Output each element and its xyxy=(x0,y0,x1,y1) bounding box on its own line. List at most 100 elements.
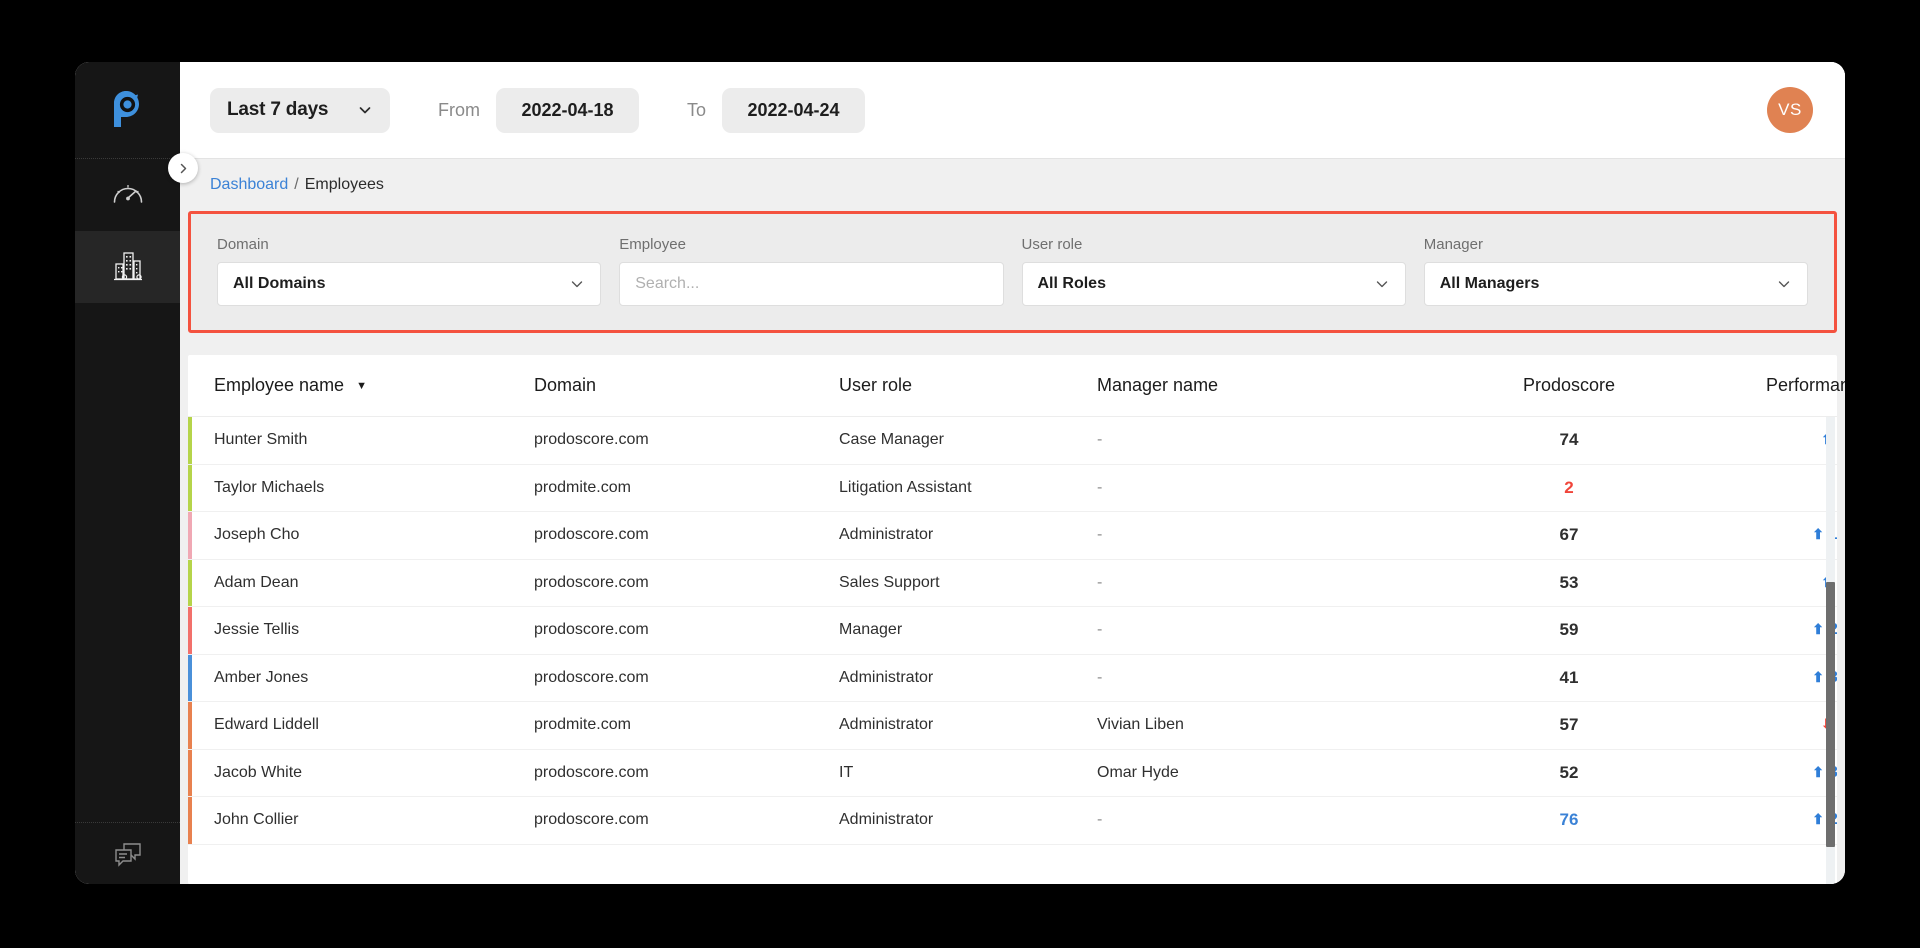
avatar[interactable]: VS xyxy=(1767,87,1813,133)
cell-performance: ⬆25% xyxy=(1689,811,1837,829)
manager-filter-value: All Managers xyxy=(1439,275,1540,292)
filter-group-domain: Domain All Domains xyxy=(217,236,602,306)
cell-manager-name: - xyxy=(1097,621,1103,639)
cell-domain: prodoscore.com xyxy=(534,668,649,686)
chevron-right-icon xyxy=(180,163,186,173)
table-row[interactable]: Jessie Tellis prodoscore.com Manager - 59 ⬆23… xyxy=(188,607,1837,655)
cell-performance: ⬆23% xyxy=(1689,621,1837,639)
prodoscore-value: 74 xyxy=(1559,430,1579,450)
table-row[interactable]: Hunter Smith prodoscore.com Case Manager - 7… xyxy=(188,417,1837,465)
cell-prodoscore: 41 xyxy=(1449,668,1689,688)
employees-table: Employee name ▼ Domain User role Manager… xyxy=(188,355,1845,884)
cell-employee-name: Edward Liddell xyxy=(214,716,319,734)
column-header-performance[interactable]: Performance xyxy=(1689,375,1845,396)
breadcrumb-link-dashboard[interactable]: Dashboard xyxy=(210,176,288,194)
cell-performance: - xyxy=(1689,479,1837,497)
table-row[interactable]: Amber Jones prodoscore.com Administrator - 4… xyxy=(188,654,1837,702)
column-header-employee-name[interactable]: Employee name ▼ xyxy=(214,375,534,396)
row-status-stripe xyxy=(188,607,192,654)
cell-employee-name: Joseph Cho xyxy=(214,526,300,544)
cell-prodoscore: 52 xyxy=(1449,763,1689,783)
cell-performance: ⬆32% xyxy=(1689,764,1837,782)
sidebar-item-dashboard[interactable] xyxy=(75,159,180,231)
cell-employee-name: Jessie Tellis xyxy=(214,621,300,639)
row-status-stripe xyxy=(188,797,192,844)
cell-user-role: Manager xyxy=(839,621,903,639)
sidebar-collapse-toggle[interactable] xyxy=(168,153,198,183)
filter-group-employee: Employee Search... xyxy=(619,236,1004,306)
cell-prodoscore: 67 xyxy=(1449,525,1689,545)
cell-user-role: Administrator xyxy=(839,526,934,544)
user-role-filter[interactable]: All Roles xyxy=(1021,262,1406,306)
cell-domain: prodoscore.com xyxy=(534,621,649,639)
column-header-user-role[interactable]: User role xyxy=(839,375,1097,396)
cell-employee-name: Amber Jones xyxy=(214,668,309,686)
building-icon xyxy=(113,252,142,281)
cell-user-role: Litigation Assistant xyxy=(839,478,972,496)
table-row[interactable]: Taylor Michaels prodmite.com Litigation As… xyxy=(188,464,1837,512)
from-date-input[interactable]: 2022-04-18 xyxy=(496,87,639,133)
breadcrumb: Dashboard / Employees xyxy=(180,159,1845,211)
cell-domain: prodoscore.com xyxy=(534,763,649,781)
domain-filter[interactable]: All Domains xyxy=(217,262,602,306)
table-body: Hunter Smith prodoscore.com Case Manager - 7… xyxy=(188,417,1837,884)
arrow-up-icon: ⬆ xyxy=(1812,763,1824,780)
chevron-down-icon xyxy=(1778,281,1790,288)
cell-manager-name: - xyxy=(1097,573,1103,591)
row-status-stripe xyxy=(188,559,192,606)
cell-prodoscore: 2 xyxy=(1449,478,1689,498)
speedometer-icon xyxy=(113,185,142,203)
sidebar-item-feedback[interactable] xyxy=(75,822,180,884)
caret-down-icon: ▼ xyxy=(356,380,367,393)
employee-search-wrapper[interactable]: Search... xyxy=(619,262,1004,306)
row-status-stripe xyxy=(188,702,192,749)
table-scrollbar-thumb[interactable] xyxy=(1826,582,1835,847)
filter-group-user-role: User role All Roles xyxy=(1021,236,1406,306)
table-header-row: Employee name ▼ Domain User role Manager… xyxy=(188,355,1845,417)
table-row[interactable]: Adam Dean prodoscore.com Sales Support - 53 ⬆… xyxy=(188,559,1837,607)
cell-user-role: IT xyxy=(839,763,854,781)
cell-performance: ⬆7% xyxy=(1689,574,1837,592)
breadcrumb-separator: / xyxy=(294,176,299,193)
table-row[interactable]: John Collier prodoscore.com Administrator -… xyxy=(188,797,1837,845)
arrow-up-icon: ⬆ xyxy=(1812,668,1824,685)
cell-manager-name: - xyxy=(1097,478,1103,496)
filter-group-manager: Manager All Managers xyxy=(1423,236,1808,306)
cell-domain: prodoscore.com xyxy=(534,431,649,449)
column-header-domain[interactable]: Domain xyxy=(534,375,839,396)
app-logo[interactable] xyxy=(75,62,180,159)
prodoscore-value: 59 xyxy=(1559,620,1579,640)
table-row[interactable]: Jacob White prodoscore.com IT Omar Hyde 52 ⬆3… xyxy=(188,749,1837,797)
chevron-down-icon xyxy=(1376,281,1387,288)
sidebar-item-employees[interactable] xyxy=(75,231,180,303)
cell-domain: prodmite.com xyxy=(534,716,631,734)
chevron-down-icon xyxy=(572,281,583,288)
date-range-select[interactable]: Last 7 days xyxy=(210,87,390,133)
table-row[interactable]: Edward Liddell prodmite.com Administrator V… xyxy=(188,702,1837,750)
column-header-prodoscore[interactable]: Prodoscore xyxy=(1449,375,1689,396)
cell-performance: ⬆17% xyxy=(1689,526,1837,544)
cell-manager-name: Vivian Liben xyxy=(1097,716,1184,734)
prodoscore-value: 67 xyxy=(1559,525,1579,545)
prodoscore-value: 2 xyxy=(1564,477,1574,497)
manager-filter[interactable]: All Managers xyxy=(1423,262,1808,306)
cell-performance: ⬆38% xyxy=(1689,669,1837,687)
cell-employee-name: Taylor Michaels xyxy=(214,478,325,496)
prodoscore-value: 52 xyxy=(1559,762,1579,782)
column-header-manager-name[interactable]: Manager name xyxy=(1097,375,1449,396)
cell-manager-name: - xyxy=(1097,526,1103,544)
employee-search-input[interactable]: Search... xyxy=(635,275,987,293)
arrow-up-icon: ⬆ xyxy=(1812,811,1824,828)
prodoscore-logo-icon xyxy=(113,91,139,127)
user-role-filter-label: User role xyxy=(1021,236,1083,253)
to-date-input[interactable]: 2022-04-24 xyxy=(722,87,866,133)
arrow-up-icon: ⬆ xyxy=(1812,621,1824,638)
row-status-stripe xyxy=(188,417,192,464)
employee-filter-label: Employee xyxy=(619,236,686,253)
cell-domain: prodoscore.com xyxy=(534,811,649,829)
cell-manager-name: - xyxy=(1097,811,1103,829)
cell-domain: prodoscore.com xyxy=(534,573,649,591)
from-label: From xyxy=(438,99,480,120)
table-row[interactable]: Joseph Cho prodoscore.com Administrator - 67… xyxy=(188,512,1837,560)
